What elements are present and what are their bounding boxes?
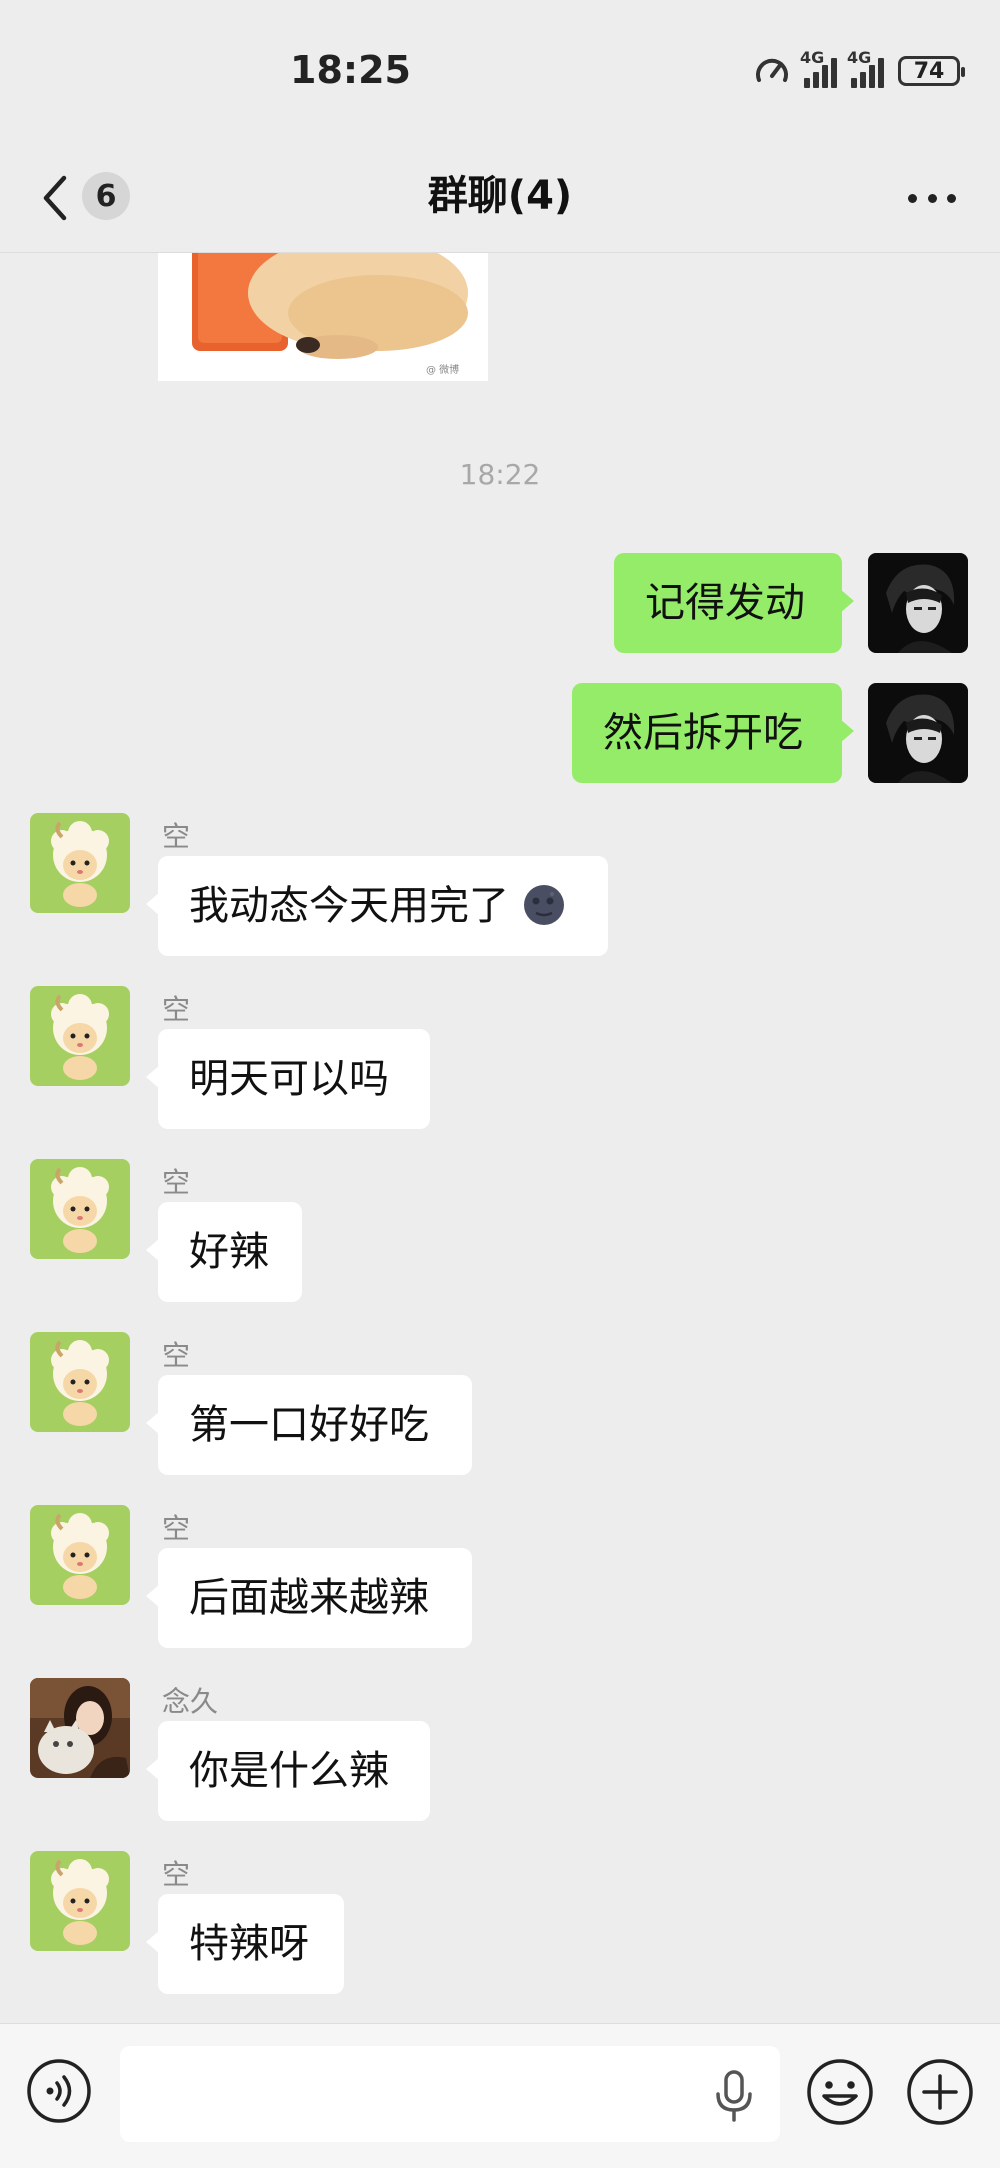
plus-icon[interactable] <box>906 2058 974 2126</box>
signal-icon: 4G <box>847 48 884 88</box>
sender-name: 空 <box>162 1512 191 1545</box>
avatar[interactable] <box>30 1159 130 1259</box>
signal-bar <box>878 58 884 88</box>
message-text: 我动态今天用完了 <box>189 883 509 929</box>
incoming-message-bubble[interactable]: 好辣 <box>146 1202 302 1302</box>
signal-bar <box>822 65 828 88</box>
more-dot <box>908 193 917 203</box>
signal-bar <box>813 72 819 88</box>
status-time: 18:25 <box>290 48 411 92</box>
input-bar <box>0 2023 1000 2168</box>
signal-bar <box>851 78 857 88</box>
message-text: 明天可以吗 <box>189 1056 389 1102</box>
voice-icon[interactable] <box>26 2058 92 2124</box>
avatar[interactable] <box>868 553 968 653</box>
message-text: 好辣 <box>189 1229 269 1275</box>
avatar[interactable] <box>30 1505 130 1605</box>
battery-icon: 74 <box>898 56 965 86</box>
signal-bar <box>860 72 866 88</box>
sender-name: 空 <box>162 820 191 853</box>
message-text: 你是什么辣 <box>189 1748 389 1794</box>
sheep-avatar-image <box>30 813 130 913</box>
signal-bar <box>804 78 810 88</box>
more-dot <box>947 193 956 203</box>
page-title: 群聊(4) <box>427 173 573 219</box>
more-dot <box>927 193 937 203</box>
user-avatar-image <box>868 553 968 653</box>
network-type-1: 4G <box>800 48 825 67</box>
sheep-avatar-image <box>30 1505 130 1605</box>
microphone-icon[interactable] <box>712 2068 756 2124</box>
signal-icon: 4G <box>800 48 837 88</box>
network-type-2: 4G <box>847 48 872 67</box>
sender-name: 空 <box>162 1858 191 1891</box>
incoming-message-bubble[interactable]: 特辣呀 <box>146 1894 344 1994</box>
chat-header: 6 群聊(4) <box>0 150 1000 253</box>
status-icons: 4G 4G 74 <box>754 48 965 88</box>
message-text: 特辣呀 <box>189 1921 309 1967</box>
girl-with-cat-avatar-image <box>30 1678 130 1778</box>
signal-bar <box>869 65 875 88</box>
sheep-avatar-image <box>30 1851 130 1951</box>
avatar[interactable] <box>30 1851 130 1951</box>
outgoing-message-bubble[interactable]: 然后拆开吃 <box>572 683 854 783</box>
sheep-avatar-image <box>30 1159 130 1259</box>
message-text: 记得发动 <box>645 580 805 626</box>
user-avatar-image <box>868 683 968 783</box>
sticker-image-art: @ 微博 <box>158 253 488 381</box>
sender-name: 空 <box>162 1166 191 1199</box>
message-list[interactable]: @ 微博 18:22 记得发动 然后拆开吃 空 我动态今天用完了 空 明天可以吗… <box>0 253 1000 2023</box>
sheep-avatar-image <box>30 1332 130 1432</box>
incoming-message-bubble[interactable]: 你是什么辣 <box>146 1721 430 1821</box>
avatar[interactable] <box>30 986 130 1086</box>
incoming-message-bubble[interactable]: 我动态今天用完了 <box>146 856 608 956</box>
sender-name: 空 <box>162 1339 191 1372</box>
network-speed-icon <box>756 58 788 82</box>
message-timestamp: 18:22 <box>459 458 541 491</box>
new-moon-face-icon <box>523 885 564 925</box>
battery-level: 74 <box>913 58 945 84</box>
incoming-message-bubble[interactable]: 后面越来越辣 <box>146 1548 472 1648</box>
avatar[interactable] <box>868 683 968 783</box>
sticker-image[interactable]: @ 微博 <box>158 253 488 381</box>
incoming-message-bubble[interactable]: 第一口好好吃 <box>146 1375 472 1475</box>
message-text: 第一口好好吃 <box>189 1402 429 1448</box>
svg-text:@ 微博: @ 微博 <box>426 363 459 376</box>
incoming-message-bubble[interactable]: 明天可以吗 <box>146 1029 430 1129</box>
emoji-icon[interactable] <box>806 2058 874 2126</box>
message-input[interactable] <box>120 2046 780 2142</box>
avatar[interactable] <box>30 1332 130 1432</box>
sender-name: 念久 <box>162 1685 219 1718</box>
message-text: 后面越来越辣 <box>189 1575 429 1621</box>
signal-bar <box>831 58 837 88</box>
message-text: 然后拆开吃 <box>603 710 803 756</box>
avatar[interactable] <box>30 1678 130 1778</box>
sheep-avatar-image <box>30 986 130 1086</box>
sender-name: 空 <box>162 993 191 1026</box>
avatar[interactable] <box>30 813 130 913</box>
outgoing-message-bubble[interactable]: 记得发动 <box>614 553 854 653</box>
more-icon[interactable] <box>908 188 956 208</box>
status-bar: 18:25 4G 4G 74 <box>0 0 1000 150</box>
